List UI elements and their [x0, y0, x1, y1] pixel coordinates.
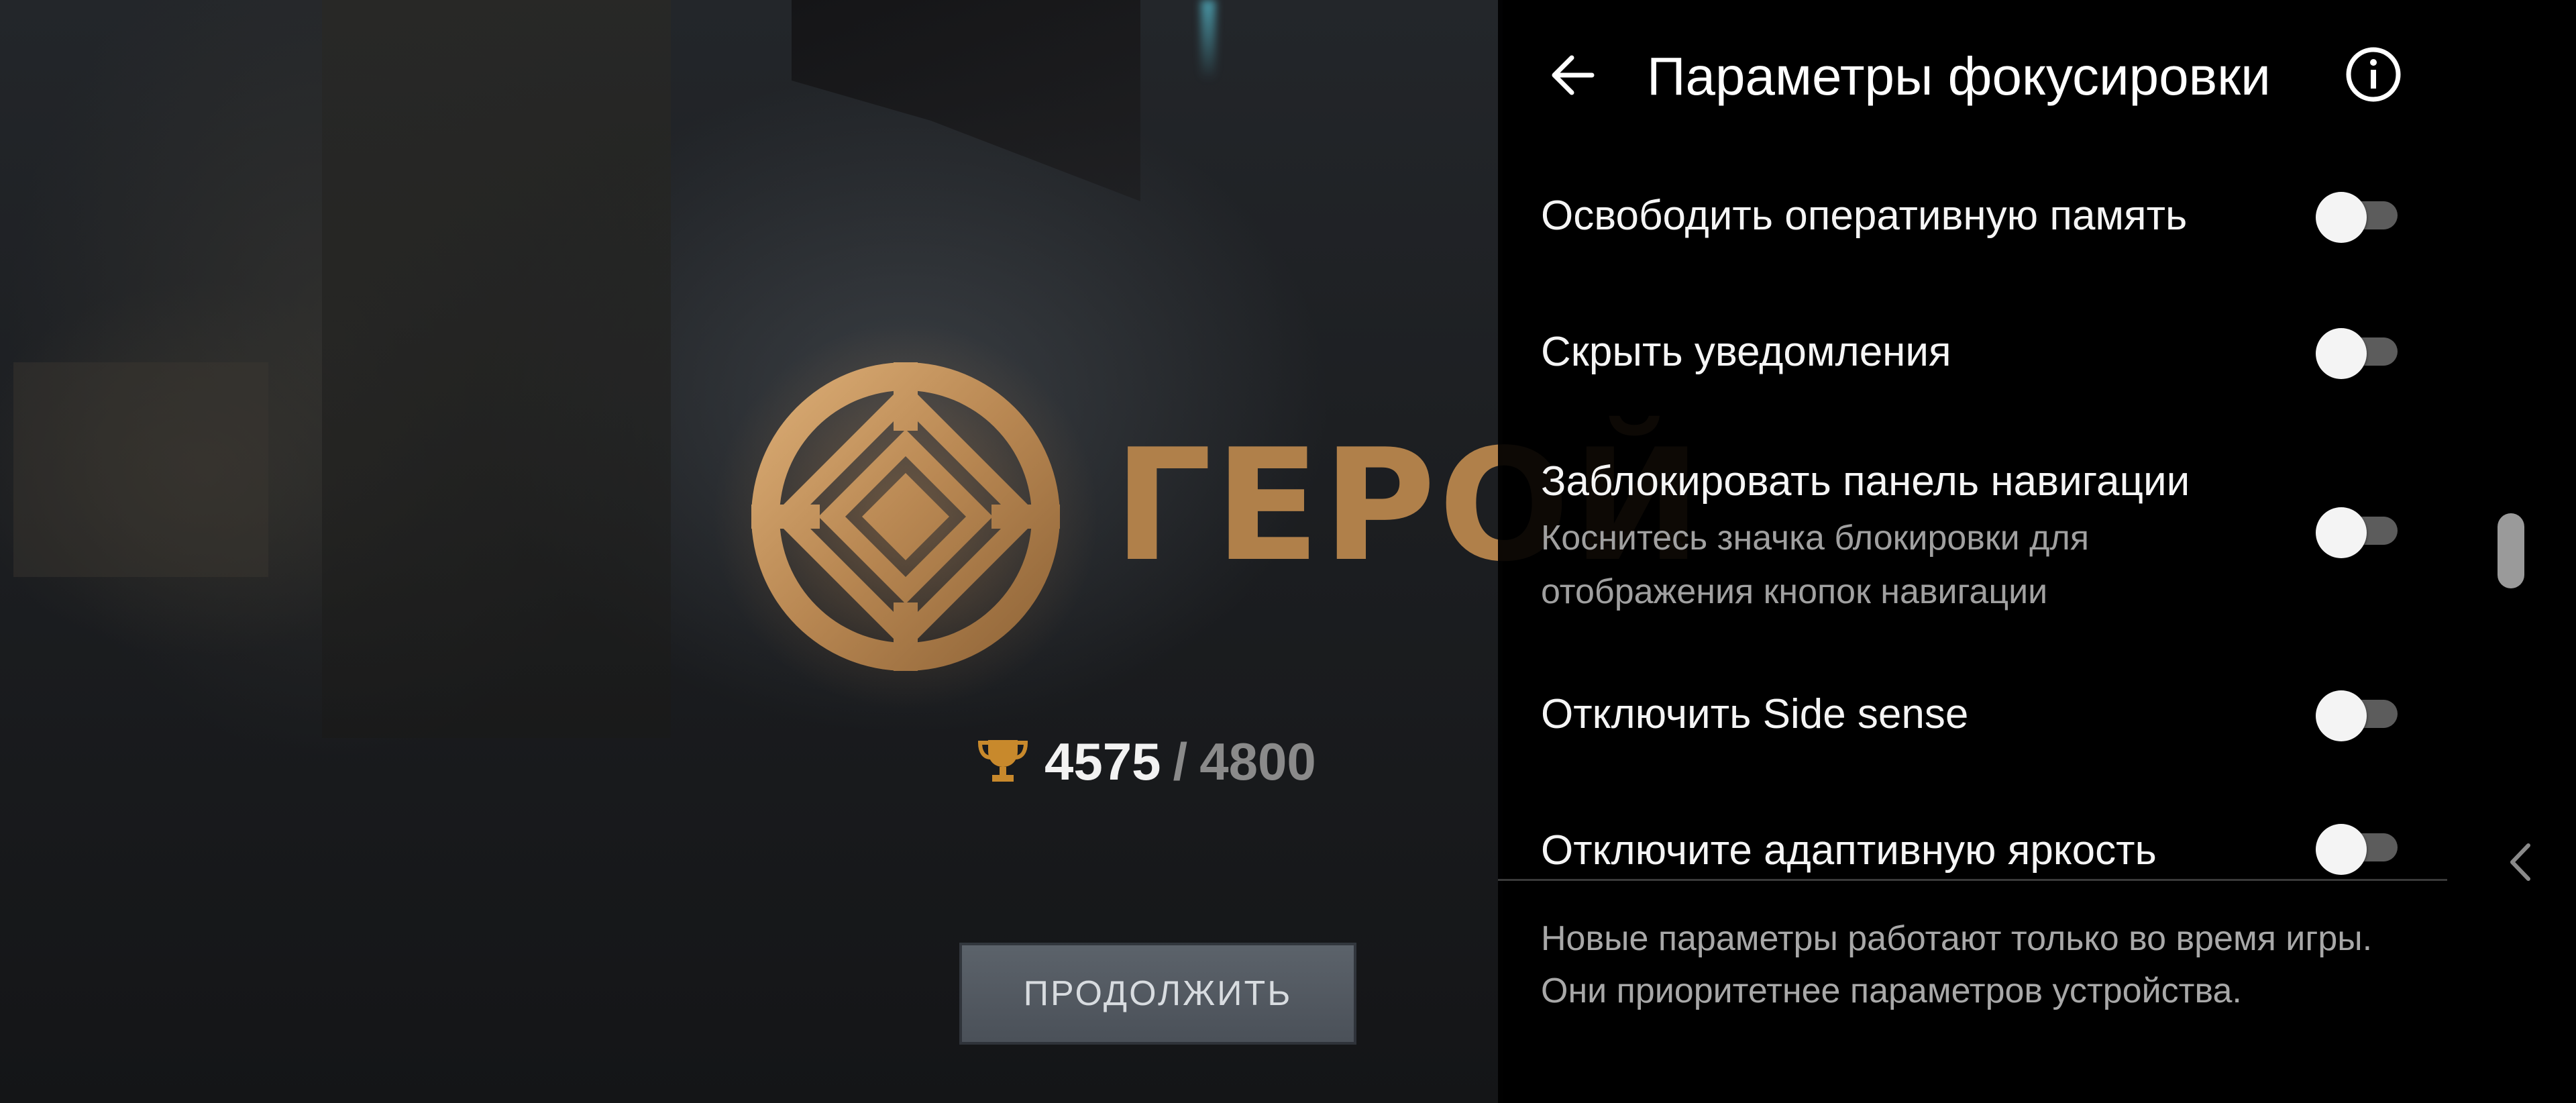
setting-label: Заблокировать панель навигации: [1541, 458, 2190, 505]
setting-row-hide-notifications[interactable]: Скрыть уведомления: [1541, 325, 2433, 386]
scrollbar-thumb[interactable]: [2498, 513, 2524, 588]
footer-note-line: Они приоритетнее параметров устройства.: [1541, 971, 2242, 1010]
background-wall: [322, 0, 671, 738]
adaptive-brightness-toggle[interactable]: [2316, 824, 2399, 875]
background-window: [13, 362, 268, 577]
free-ram-toggle[interactable]: [2316, 192, 2399, 243]
side-sense-toggle[interactable]: [2316, 690, 2399, 741]
setting-description: Коснитесь значка блокировки для отображе…: [1541, 519, 2089, 611]
setting-row-lock-navigation[interactable]: Заблокировать панель навигации Коснитесь…: [1541, 455, 2433, 623]
info-icon[interactable]: [2345, 46, 2402, 103]
footer-note: Новые параметры работают только во время…: [1541, 912, 2426, 1017]
lock-navigation-toggle[interactable]: [2316, 507, 2399, 558]
chevron-left-icon[interactable]: [2504, 839, 2538, 886]
setting-row-free-ram[interactable]: Освободить оперативную память: [1541, 189, 2433, 250]
continue-button[interactable]: ПРОДОЛЖИТЬ: [959, 943, 1356, 1045]
setting-label: Отключить Side sense: [1541, 691, 1969, 737]
setting-label: Отключите адаптивную яркость: [1541, 827, 2157, 874]
score-current: 4575: [1044, 731, 1161, 791]
toggle-knob: [2316, 690, 2367, 741]
screen: ГЕРОЙ 4575 / 4800 ПРОДОЛЖИТЬ Параметры ф…: [0, 0, 2576, 1103]
setting-row-side-sense[interactable]: Отключить Side sense: [1541, 688, 2433, 748]
back-arrow-icon[interactable]: [1546, 48, 1600, 102]
divider: [1498, 879, 2447, 881]
setting-label: Скрыть уведомления: [1541, 329, 1951, 375]
trophy-icon: [977, 740, 1028, 782]
toggle-knob: [2316, 507, 2367, 558]
score-separator: /: [1173, 731, 1188, 791]
setting-label: Освободить оперативную память: [1541, 193, 2188, 239]
trophy-score: 4575 / 4800: [976, 731, 1316, 792]
toggle-knob: [2316, 328, 2367, 379]
background-roof: [792, 0, 1140, 201]
focus-settings-panel: Параметры фокусировки Освободить операти…: [1498, 0, 2576, 1103]
hide-notifications-toggle[interactable]: [2316, 328, 2399, 379]
panel-header: Параметры фокусировки: [1498, 0, 2576, 154]
setting-row-adaptive-brightness[interactable]: Отключите адаптивную яркость: [1541, 824, 2433, 879]
toggle-knob: [2316, 192, 2367, 243]
background-light-beam: [1201, 0, 1216, 81]
panel-title: Параметры фокусировки: [1647, 46, 2271, 106]
score-max: 4800: [1199, 731, 1316, 791]
footer-note-line: Новые параметры работают только во время…: [1541, 919, 2373, 958]
hero-emblem-icon: [745, 356, 1067, 678]
toggle-knob: [2316, 824, 2367, 875]
